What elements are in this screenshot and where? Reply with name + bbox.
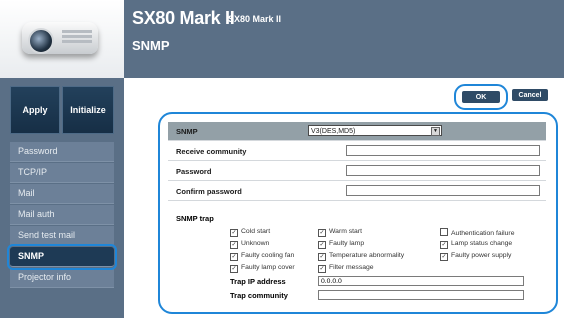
sidebar-menu: Password TCP/IP Mail Mail auth Send test… — [7, 142, 117, 289]
checkbox-icon: ✓ — [318, 241, 326, 249]
confirm-password-input[interactable] — [346, 185, 540, 196]
projector-lens-graphic — [28, 28, 54, 54]
trap-ip-label: Trap IP address — [230, 277, 286, 286]
checkbox-icon: ✓ — [318, 229, 326, 237]
snmp-settings-panel: SNMP V3(DES,MD5) ▼ Receive community Pas… — [158, 112, 558, 314]
checkbox-icon: ✓ — [440, 253, 448, 261]
trap-checkbox-authentication-failure[interactable]: Authentication failure — [440, 228, 514, 237]
projector-image — [0, 0, 124, 78]
sidebar-item-mail-auth[interactable]: Mail auth — [10, 205, 114, 225]
checkbox-icon — [440, 228, 448, 236]
sidebar-item-projector-info[interactable]: Projector info — [10, 268, 114, 288]
snmp-version-label: SNMP — [176, 127, 198, 136]
password-label: Password — [176, 167, 212, 176]
content-area: OK Cancel SNMP V3(DES,MD5) ▼ Receive com… — [124, 78, 564, 318]
trap-checkbox-lamp-status-change[interactable]: ✓ Lamp status change — [440, 240, 512, 249]
trap-community-label: Trap community — [230, 291, 288, 300]
trap-checkbox-faulty-cooling-fan[interactable]: ✓ Faulty cooling fan — [230, 252, 294, 261]
trap-checkbox-faulty-lamp[interactable]: ✓ Faulty lamp — [318, 240, 364, 249]
checkbox-icon: ✓ — [440, 241, 448, 249]
trap-checkbox-cold-start[interactable]: ✓ Cold start — [230, 228, 270, 237]
receive-community-input[interactable] — [346, 145, 540, 156]
trap-checkbox-filter-message[interactable]: ✓ Filter message — [318, 264, 374, 273]
initialize-button[interactable]: Initialize — [62, 86, 114, 134]
sidebar-item-tcpip[interactable]: TCP/IP — [10, 163, 114, 183]
sidebar: Apply Initialize Password TCP/IP Mail Ma… — [0, 0, 124, 318]
confirm-password-label: Confirm password — [176, 187, 242, 196]
sidebar-item-mail[interactable]: Mail — [10, 184, 114, 204]
model-subtitle: SX80 Mark II — [228, 14, 282, 24]
trap-checkbox-warm-start[interactable]: ✓ Warm start — [318, 228, 362, 237]
checkbox-icon: ✓ — [230, 253, 238, 261]
checkbox-icon: ✓ — [318, 253, 326, 261]
page-header: SX80 Mark II SX80 Mark II SNMP — [124, 0, 564, 78]
trap-checkbox-faulty-lamp-cover[interactable]: ✓ Faulty lamp cover — [230, 264, 295, 273]
checkbox-icon: ✓ — [230, 241, 238, 249]
ok-button-highlight: OK — [454, 84, 508, 110]
chevron-down-icon: ▼ — [431, 127, 440, 136]
trap-checkbox-unknown[interactable]: ✓ Unknown — [230, 240, 269, 249]
snmp-trap-label: SNMP trap — [176, 214, 214, 223]
projector-vent-graphic — [62, 30, 92, 33]
trap-community-input[interactable] — [318, 290, 524, 300]
password-row: Password — [168, 162, 546, 181]
trap-checkbox-temperature-abnormality[interactable]: ✓ Temperature abnormality — [318, 252, 404, 261]
receive-community-label: Receive community — [176, 147, 247, 156]
snmp-trap-section: SNMP trap ✓ Cold start ✓ Warm start Authen… — [168, 210, 546, 306]
snmp-version-value: V3(DES,MD5) — [311, 128, 356, 135]
cancel-button[interactable]: Cancel — [512, 89, 548, 101]
confirm-password-row: Confirm password — [168, 182, 546, 201]
checkbox-icon: ✓ — [230, 265, 238, 273]
ok-button[interactable]: OK — [462, 91, 500, 103]
snmp-version-select[interactable]: V3(DES,MD5) ▼ — [308, 125, 442, 136]
password-input[interactable] — [346, 165, 540, 176]
sidebar-item-password[interactable]: Password — [10, 142, 114, 162]
trap-ip-input[interactable]: 0.0.0.0 — [318, 276, 524, 286]
page-title: SNMP — [132, 38, 170, 53]
sidebar-item-send-test-mail[interactable]: Send test mail — [10, 226, 114, 246]
apply-button[interactable]: Apply — [10, 86, 60, 134]
sidebar-item-snmp[interactable]: SNMP — [7, 244, 117, 270]
snmp-version-row: SNMP V3(DES,MD5) ▼ — [168, 122, 546, 141]
receive-community-row: Receive community — [168, 142, 546, 161]
trap-checkbox-faulty-power-supply[interactable]: ✓ Faulty power supply — [440, 252, 511, 261]
checkbox-icon: ✓ — [230, 229, 238, 237]
model-title: SX80 Mark II — [132, 8, 235, 28]
checkbox-icon: ✓ — [318, 265, 326, 273]
